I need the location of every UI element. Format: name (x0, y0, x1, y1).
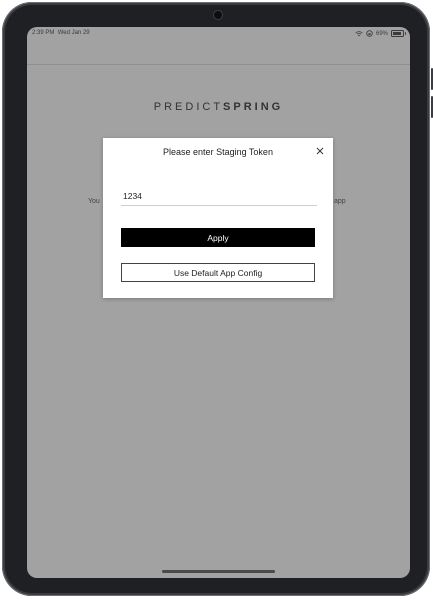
status-clock: 2:39 PM (32, 30, 55, 36)
wifi-icon (355, 30, 363, 36)
battery-icon (391, 30, 406, 37)
screen: 2:39 PM Wed Jan 29 69% PREDICTSPRING You… (27, 27, 410, 578)
status-right: 69% (355, 30, 406, 37)
use-default-config-button[interactable]: Use Default App Config (121, 263, 315, 282)
staging-token-dialog: Please enter Staging Token Apply Use Def… (103, 138, 333, 298)
brand-logo: PREDICTSPRING (27, 101, 410, 113)
status-date: Wed Jan 29 (57, 30, 90, 36)
header-divider (27, 64, 410, 65)
close-icon[interactable] (315, 146, 325, 156)
battery-fill (393, 32, 401, 35)
brand-logo-part1: PREDICT (153, 101, 224, 113)
background-text-right: app (334, 198, 346, 205)
tablet-frame: 2:39 PM Wed Jan 29 69% PREDICTSPRING You… (2, 2, 430, 596)
camera-icon (213, 10, 223, 20)
lock-rotation-icon (366, 30, 373, 37)
dialog-title: Please enter Staging Token (163, 147, 273, 157)
status-bar: 2:39 PM Wed Jan 29 69% (27, 27, 410, 41)
home-indicator (162, 570, 275, 573)
status-time: 2:39 PM Wed Jan 29 (32, 30, 90, 36)
brand-logo-part2: SPRING (223, 101, 284, 113)
background-text-left: You (88, 198, 100, 205)
apply-button[interactable]: Apply (121, 228, 315, 247)
staging-token-input[interactable] (121, 187, 317, 206)
battery-percent: 69% (375, 30, 388, 37)
